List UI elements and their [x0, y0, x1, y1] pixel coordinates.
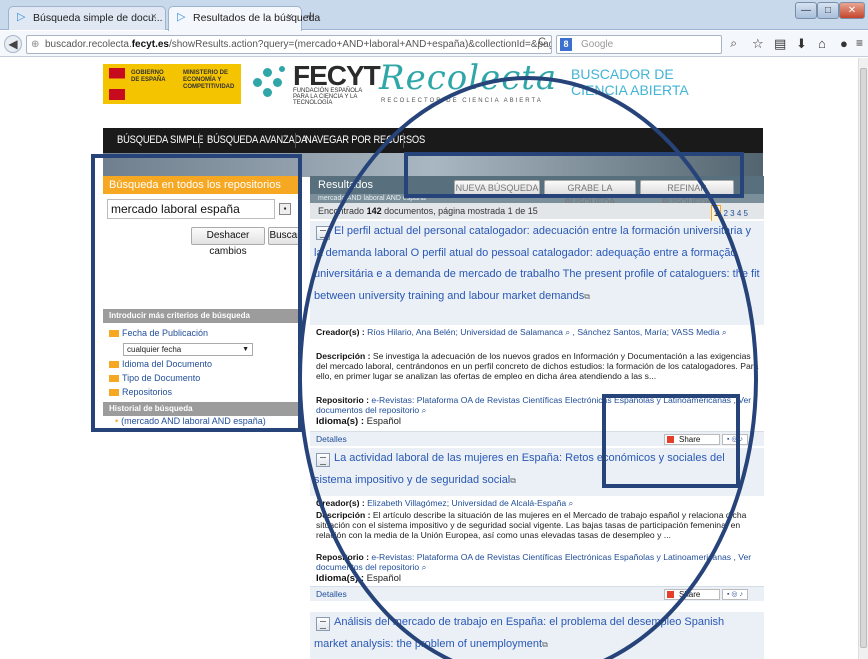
external-link-icon: ⧉: [542, 639, 548, 649]
scrollbar-thumb[interactable]: [860, 68, 867, 648]
star-icon[interactable]: ☆: [752, 36, 764, 52]
page-2[interactable]: 2: [723, 209, 727, 218]
page-5[interactable]: 5: [744, 209, 748, 218]
chat-icon[interactable]: ●: [840, 36, 848, 51]
menu-icon[interactable]: ≡: [856, 36, 863, 50]
globe-icon: ⊕: [31, 39, 40, 50]
search-icon[interactable]: ⌕: [730, 35, 737, 52]
annotation-box-share: [602, 394, 740, 488]
close-tab-icon[interactable]: ×: [151, 11, 157, 23]
result-footer: Detalles Share ▪ ◎ ♪: [310, 586, 764, 601]
menu-busqueda-simple[interactable]: BÚSQUEDA SIMPLE: [117, 128, 203, 153]
menu-navegar-recursos[interactable]: NAVEGAR POR RECURSOS: [305, 128, 425, 153]
ministry-text: MINISTERIO DE ECONOMÍA Y COMPETITIVIDAD: [183, 70, 235, 90]
share-button[interactable]: Share: [664, 589, 720, 600]
tab-bar: ▷ Búsqueda simple de docu... × ▷ Resulta…: [0, 0, 868, 31]
home-icon[interactable]: ⌂: [818, 36, 826, 51]
fecyt-dots-icon: [253, 64, 289, 104]
tab-resultados[interactable]: ▷ Resultados de la búsqueda ×: [168, 6, 320, 31]
url-prefix: buscador.recolecta.: [45, 39, 132, 50]
close-window-button[interactable]: ✕: [839, 2, 865, 19]
menu-separator: [199, 133, 200, 148]
government-logo: GOBIERNO DE ESPAÑA MINISTERIO DE ECONOMÍ…: [103, 64, 241, 104]
menu-separator: [403, 133, 404, 148]
result-item: Análisis del mercado de trabajo en Españ…: [310, 612, 764, 659]
result-title-link[interactable]: Análisis del mercado de trabajo en Españ…: [314, 612, 760, 655]
page-4[interactable]: 4: [737, 209, 741, 218]
annotation-box-toolbar: [404, 152, 744, 198]
tab-label: Resultados de la búsqueda: [193, 12, 321, 24]
social-icons[interactable]: ▪ ◎ ♪: [722, 589, 748, 600]
fecyt-subtitle: FUNDACIÓN ESPAÑOLA PARA LA CIENCIA Y LA …: [293, 88, 362, 106]
browser-window: ▷ Búsqueda simple de docu... × ▷ Resulta…: [0, 0, 868, 659]
vertical-scrollbar[interactable]: [858, 58, 868, 659]
site-header: GOBIERNO DE ESPAÑA MINISTERIO DE ECONOMÍ…: [103, 58, 763, 128]
back-arrow-icon[interactable]: ◀: [4, 35, 22, 53]
maximize-button[interactable]: □: [817, 2, 839, 19]
external-link-icon: ⧉: [584, 291, 590, 301]
details-link[interactable]: Detalles: [316, 589, 347, 599]
reload-icon[interactable]: C: [538, 36, 546, 48]
buscador-line-2: CIENCIA ABIERTA: [571, 82, 689, 98]
result-language: Idioma(s) : Español: [316, 573, 402, 584]
main-menu: BÚSQUEDA SIMPLE BÚSQUEDA AVANZADA NAVEGA…: [103, 128, 763, 153]
tab-busqueda-simple[interactable]: ▷ Búsqueda simple de docu... ×: [8, 6, 166, 30]
page-favicon-icon: ▷: [177, 11, 186, 23]
details-link[interactable]: Detalles: [316, 434, 347, 444]
menu-busqueda-avanzada[interactable]: BÚSQUEDA AVANZADA: [207, 128, 307, 153]
search-engine-icon[interactable]: 8: [560, 38, 572, 51]
result-description: Descripción : Se investiga la adecuación…: [316, 351, 759, 381]
url-bar[interactable]: ⊕ buscador.recolecta.fecyt.es/showResult…: [26, 35, 552, 54]
close-tab-icon[interactable]: ×: [287, 11, 293, 23]
result-repository: Repositorio : e-Revistas: Plataforma OA …: [316, 552, 752, 572]
tab-label: Búsqueda simple de docu...: [33, 12, 163, 24]
result-total: 142: [366, 206, 382, 216]
external-link-icon: ⧉: [510, 475, 516, 485]
page-favicon-icon: ▷: [17, 11, 26, 23]
buscador-title: BUSCADOR DE CIENCIA ABIERTA: [571, 66, 689, 98]
search-input[interactable]: 8 Google ⌕: [556, 35, 737, 54]
result-description: Descripción : El artículo describe la si…: [316, 510, 747, 540]
annotation-box-search-panel: [91, 154, 302, 432]
menu-separator: [295, 133, 296, 148]
result-creators: Creador(s) : Ríos Hilario, Ana Belén; Un…: [316, 327, 727, 337]
search-placeholder: Google: [581, 39, 614, 50]
url-domain: fecyt.es: [131, 39, 169, 50]
page-3[interactable]: 3: [730, 209, 734, 218]
web-page: GOBIERNO DE ESPAÑA MINISTERIO DE ECONOMÍ…: [0, 58, 858, 659]
results-count: Encontrado 142 documentos, página mostra…: [310, 203, 764, 223]
new-tab-button[interactable]: +: [306, 8, 315, 25]
recolecta-logo[interactable]: Recolecta: [379, 58, 557, 98]
clipboard-icon[interactable]: ▤: [774, 36, 786, 52]
navigation-bar: ◀ ⊕ buscador.recolecta.fecyt.es/showResu…: [0, 31, 868, 57]
download-icon[interactable]: ⬇: [796, 36, 807, 52]
share-icon: [667, 591, 674, 598]
result-title-link[interactable]: El perfil actual del personal catalogado…: [314, 221, 760, 307]
recolecta-subtitle: RECOLECTOR DE CIENCIA ABIERTA: [381, 98, 543, 104]
minimize-button[interactable]: —: [795, 2, 817, 19]
spain-shield-icon: [109, 68, 125, 100]
url-path: /showResults.action?query=(mercado+AND+l…: [168, 39, 551, 50]
result-creators: Creador(s) : Elizabeth Villagómez; Unive…: [316, 498, 574, 508]
gov-text: GOBIERNO DE ESPAÑA: [131, 70, 166, 83]
buscador-line-1: BUSCADOR DE: [571, 66, 674, 82]
